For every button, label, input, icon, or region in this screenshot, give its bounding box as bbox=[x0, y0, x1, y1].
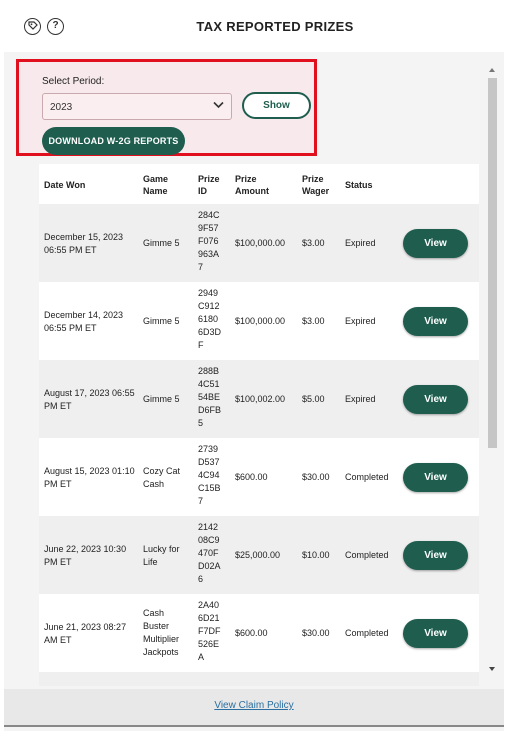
prize-id-cell: 2A40 6D21 F7DF 526E A bbox=[198, 600, 221, 662]
col-prize-wager: Prize Wager bbox=[302, 174, 330, 196]
col-date-won: Date Won bbox=[44, 180, 86, 190]
game-cell: Cozy Cat Cash bbox=[143, 466, 181, 489]
chevron-down-icon bbox=[213, 101, 224, 112]
divider bbox=[4, 725, 504, 727]
wager-cell: $3.00 bbox=[302, 238, 325, 248]
wager-cell: $30.00 bbox=[302, 472, 330, 482]
amount-cell: $100,002.00 bbox=[235, 394, 286, 404]
download-w2g-button[interactable]: DOWNLOAD W-2G REPORTS bbox=[42, 127, 185, 155]
status-cell: Expired bbox=[345, 238, 376, 248]
col-prize-id: Prize ID bbox=[198, 174, 220, 196]
wager-cell: $30.00 bbox=[302, 628, 330, 638]
prize-id-cell: 2739 D537 4C94 C15B 7 bbox=[198, 444, 221, 506]
status-cell: Expired bbox=[345, 316, 376, 326]
table-row: August 15, 2023 01:10 PM ET Cozy Cat Cas… bbox=[39, 438, 479, 516]
prize-id-cell: 2949 C912 6180 6D3D F bbox=[198, 288, 222, 350]
date-cell: June 22, 2023 10:30 PM ET bbox=[44, 544, 127, 567]
status-cell: Completed bbox=[345, 550, 389, 560]
amount-cell: $100,000.00 bbox=[235, 316, 286, 326]
table-row: June 22, 2023 10:30 PM ET Lucky for Life… bbox=[39, 516, 479, 594]
table-row-partial bbox=[39, 672, 479, 686]
view-button[interactable]: View bbox=[403, 541, 468, 570]
scroll-up-icon[interactable] bbox=[489, 68, 495, 72]
view-button[interactable]: View bbox=[403, 229, 468, 258]
status-cell: Expired bbox=[345, 394, 376, 404]
view-button[interactable]: View bbox=[403, 463, 468, 492]
col-status: Status bbox=[345, 180, 373, 190]
game-cell: Gimme 5 bbox=[143, 238, 180, 248]
amount-cell: $25,000.00 bbox=[235, 550, 281, 560]
date-cell: December 15, 2023 06:55 PM ET bbox=[44, 232, 124, 255]
header: ? TAX REPORTED PRIZES bbox=[4, 0, 504, 52]
prize-id-cell: 284C 9F57 F076 963A 7 bbox=[198, 210, 220, 272]
scroll-down-icon[interactable] bbox=[489, 667, 495, 671]
date-cell: August 17, 2023 06:55 PM ET bbox=[44, 388, 135, 411]
view-claim-policy-link[interactable]: View Claim Policy bbox=[4, 700, 504, 711]
period-select[interactable]: 2023 bbox=[42, 93, 232, 120]
view-button[interactable]: View bbox=[403, 619, 468, 648]
prize-id-cell: 288B 4C51 54BE D6FB 5 bbox=[198, 366, 222, 428]
period-selector-panel: Select Period: 2023 Show DOWNLOAD W-2G R… bbox=[16, 59, 317, 156]
game-cell: Gimme 5 bbox=[143, 316, 180, 326]
period-label: Select Period: bbox=[42, 76, 105, 87]
table-row: December 14, 2023 06:55 PM ET Gimme 5 29… bbox=[39, 282, 479, 360]
show-button[interactable]: Show bbox=[242, 92, 311, 119]
game-cell: Lucky for Life bbox=[143, 544, 180, 567]
prize-id-cell: 2142 08C9 470F D02A 6 bbox=[198, 522, 221, 584]
col-game-name: Game Name bbox=[143, 174, 169, 196]
col-prize-amount: Prize Amount bbox=[235, 174, 269, 196]
table-row: December 15, 2023 06:55 PM ET Gimme 5 28… bbox=[39, 204, 479, 282]
amount-cell: $600.00 bbox=[235, 472, 268, 482]
amount-cell: $600.00 bbox=[235, 628, 268, 638]
status-cell: Completed bbox=[345, 472, 389, 482]
wager-cell: $5.00 bbox=[302, 394, 325, 404]
table-row: August 17, 2023 06:55 PM ET Gimme 5 288B… bbox=[39, 360, 479, 438]
view-button[interactable]: View bbox=[403, 307, 468, 336]
date-cell: August 15, 2023 01:10 PM ET bbox=[44, 466, 135, 489]
scrollbar[interactable] bbox=[486, 64, 498, 676]
amount-cell: $100,000.00 bbox=[235, 238, 286, 248]
game-cell: Cash Buster Multiplier Jackpots bbox=[143, 608, 180, 657]
wager-cell: $10.00 bbox=[302, 550, 330, 560]
scroll-thumb[interactable] bbox=[488, 78, 497, 448]
footer: View Claim Policy bbox=[4, 689, 504, 725]
status-cell: Completed bbox=[345, 628, 389, 638]
prizes-table: Date Won Game Name Prize ID Prize Amount… bbox=[39, 164, 479, 686]
date-cell: June 21, 2023 08:27 AM ET bbox=[44, 622, 127, 645]
view-button[interactable]: View bbox=[403, 385, 468, 414]
page-title: TAX REPORTED PRIZES bbox=[196, 19, 354, 34]
game-cell: Gimme 5 bbox=[143, 394, 180, 404]
date-cell: December 14, 2023 06:55 PM ET bbox=[44, 310, 124, 333]
tax-prizes-panel: ? TAX REPORTED PRIZES Select Period: 202… bbox=[4, 0, 504, 731]
period-select-value: 2023 bbox=[50, 102, 73, 113]
wager-cell: $3.00 bbox=[302, 316, 325, 326]
table-header: Date Won Game Name Prize ID Prize Amount… bbox=[39, 164, 479, 204]
table-row: June 21, 2023 08:27 AM ET Cash Buster Mu… bbox=[39, 594, 479, 672]
